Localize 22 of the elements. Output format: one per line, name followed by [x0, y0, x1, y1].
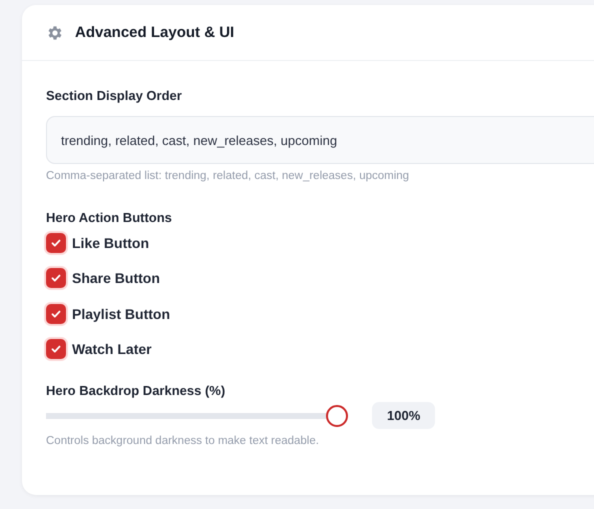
checkbox-label: Like Button — [72, 234, 149, 251]
checkbox[interactable] — [46, 304, 66, 324]
checkbox[interactable] — [46, 268, 66, 288]
slider-thumb[interactable] — [326, 404, 348, 426]
settings-icon — [46, 24, 64, 42]
checkbox[interactable] — [46, 339, 66, 360]
checkbox-label: Playlist Button — [72, 306, 170, 322]
check-icon — [50, 343, 62, 356]
field-label: Section Display Order — [46, 88, 183, 103]
check-icon — [50, 308, 62, 320]
field-label: Hero Action Buttons — [46, 210, 173, 225]
help-text: Controls background darkness to make text readable. — [46, 435, 320, 447]
checkbox[interactable] — [46, 232, 66, 253]
check-icon — [50, 272, 62, 284]
value-badge: 100% — [372, 402, 436, 429]
checkbox-label: Watch Later — [72, 341, 152, 358]
checkbox-label: Share Button — [72, 270, 160, 286]
help-text: Comma-separated list: trending, related, cast, new_releases, upcoming — [46, 170, 410, 182]
input-field[interactable]: trending, related, cast, new_releases, upcoming — [46, 116, 594, 164]
field-label: Hero Backdrop Darkness (%) — [46, 383, 226, 398]
check-icon — [50, 236, 62, 249]
card-title: Advanced Layout & UI — [75, 24, 234, 41]
